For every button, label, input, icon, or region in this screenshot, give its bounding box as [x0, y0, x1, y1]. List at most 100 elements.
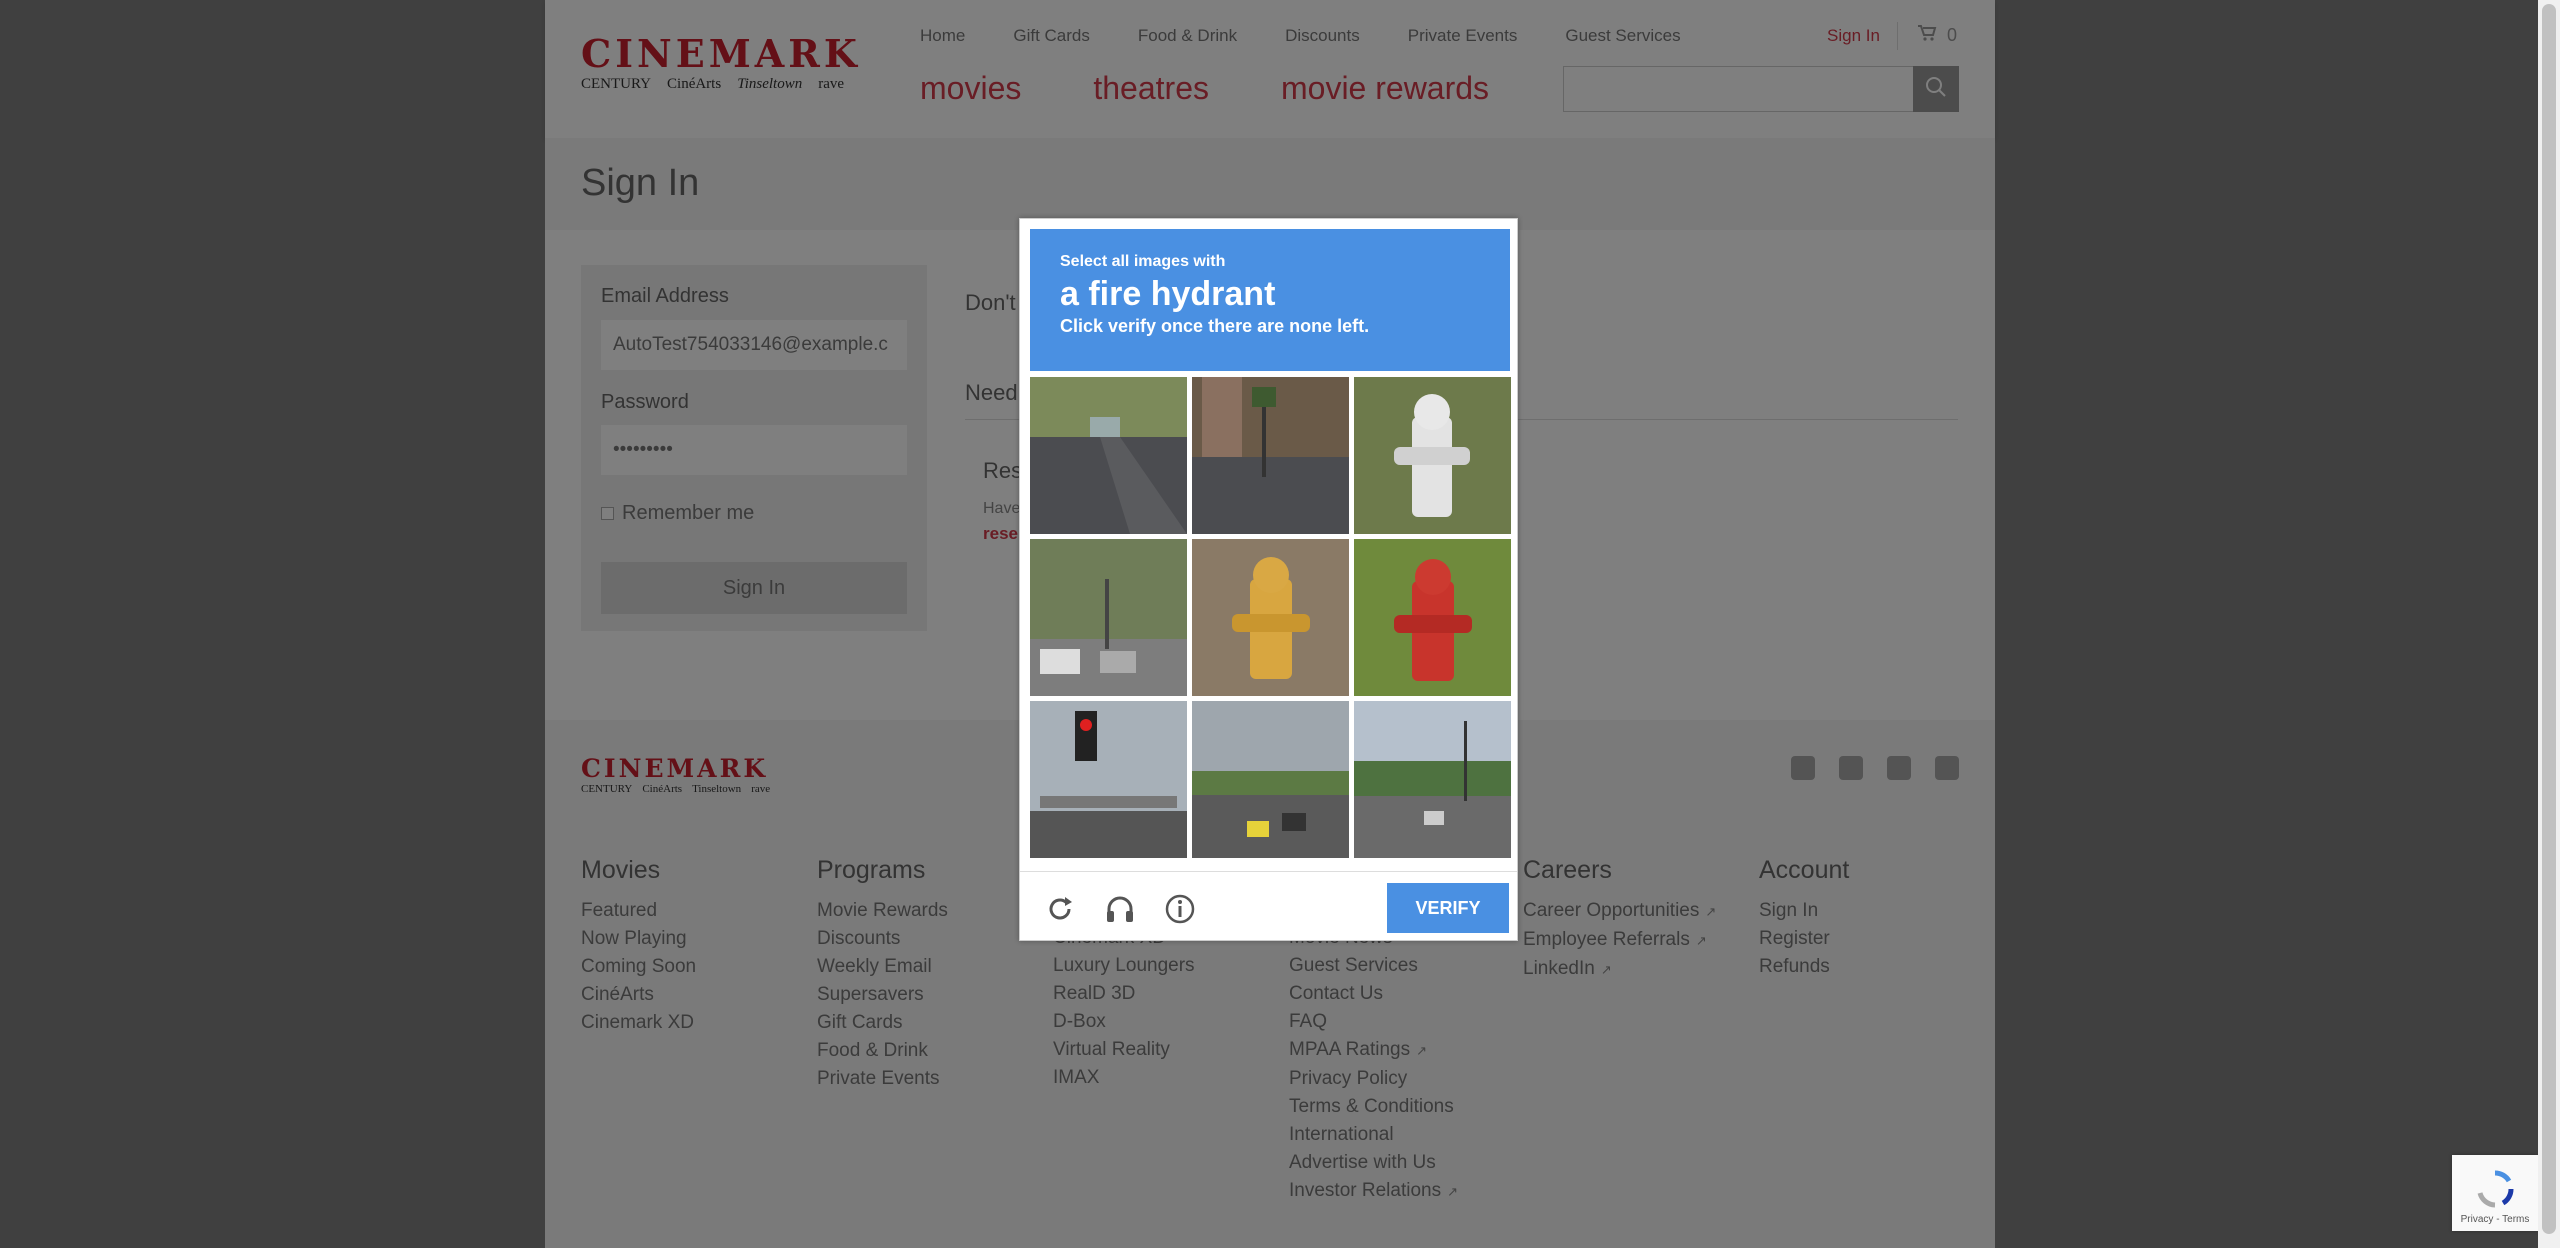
footer-link[interactable]: Private Events — [817, 1065, 948, 1093]
register-heading-fragment: Don't — [965, 290, 1016, 315]
password-field[interactable] — [601, 425, 907, 475]
top-nav-gift-cards[interactable]: Gift Cards — [1013, 26, 1090, 46]
captcha-tile[interactable] — [1030, 377, 1187, 534]
footer-col-careers: Careers Career Opportunities ↗ Employee R… — [1523, 856, 1716, 984]
reload-icon[interactable] — [1042, 891, 1078, 927]
footer-link[interactable]: FAQ — [1289, 1008, 1458, 1036]
captcha-tile[interactable] — [1192, 701, 1349, 858]
logo-brands: CENTURY CinéArts Tinseltown rave — [581, 76, 881, 93]
cinemark-logo[interactable]: CINEMARK CENTURY CinéArts Tinseltown rav… — [581, 34, 881, 98]
footer-link-label: Investor Relations — [1289, 1180, 1442, 1201]
captcha-footer-divider — [1020, 871, 1517, 872]
footer-link[interactable]: Movie Rewards — [817, 897, 948, 925]
footer-link[interactable]: Privacy Policy — [1289, 1065, 1458, 1093]
footer-link[interactable]: Luxury Loungers — [1053, 952, 1195, 980]
footer-link[interactable]: Employee Referrals ↗ — [1523, 926, 1716, 955]
headphones-icon[interactable] — [1102, 891, 1138, 927]
captcha-instruction: Select all images with — [1060, 253, 1226, 270]
top-nav-guest-services[interactable]: Guest Services — [1565, 26, 1680, 46]
footer-col-movies: Movies Featured Now Playing Coming Soon … — [581, 856, 696, 1037]
footer-link[interactable]: IMAX — [1053, 1064, 1195, 1092]
external-link-icon: ↗ — [1416, 1043, 1427, 1058]
footer-link[interactable]: Gift Cards — [817, 1009, 948, 1037]
logo-brand: rave — [818, 76, 845, 92]
top-nav-discounts[interactable]: Discounts — [1285, 26, 1360, 46]
captcha-tile[interactable] — [1192, 377, 1349, 534]
page-title: Sign In — [581, 162, 700, 204]
logo-brand: Tinseltown — [737, 76, 803, 92]
footer-link[interactable]: Cinemark XD — [581, 1009, 696, 1037]
footer-link[interactable]: International — [1289, 1121, 1458, 1149]
top-nav-private-events[interactable]: Private Events — [1408, 26, 1518, 46]
recaptcha-logo-icon — [2475, 1169, 2515, 1214]
top-nav-home[interactable]: Home — [920, 26, 965, 46]
footer-link[interactable]: D-Box — [1053, 1008, 1195, 1036]
footer-link[interactable]: Food & Drink — [817, 1037, 948, 1065]
footer-link[interactable]: CinéArts — [581, 981, 696, 1009]
footer-logo[interactable]: CINEMARK CENTURY CinéArts Tinseltown rav… — [581, 754, 781, 795]
email-field[interactable] — [601, 320, 907, 370]
search-button[interactable] — [1913, 66, 1959, 112]
footer-link[interactable]: Advertise with Us — [1289, 1149, 1458, 1177]
footer-link[interactable]: Refunds — [1759, 953, 1849, 981]
recaptcha-badge[interactable]: Privacy - Terms — [2452, 1155, 2538, 1231]
recaptcha-badge-links[interactable]: Privacy - Terms — [2461, 1214, 2530, 1225]
footer-col-heading: Programs — [817, 856, 926, 884]
footer-link[interactable]: Guest Services — [1289, 952, 1458, 980]
footer-link[interactable]: Weekly Email — [817, 953, 948, 981]
footer-link[interactable]: Sign In — [1759, 897, 1849, 925]
main-nav-movie-rewards[interactable]: movie rewards — [1281, 70, 1489, 107]
footer-link[interactable]: Register — [1759, 925, 1849, 953]
header-sign-in-link[interactable]: Sign In — [1827, 26, 1880, 46]
footer-link[interactable]: Career Opportunities ↗ — [1523, 897, 1716, 926]
header-divider — [1897, 22, 1898, 50]
footer-link[interactable]: LinkedIn ↗ — [1523, 955, 1716, 984]
remember-me[interactable]: Remember me — [601, 502, 754, 525]
verify-button[interactable]: VERIFY — [1387, 883, 1509, 933]
footer-link[interactable]: Contact Us — [1289, 980, 1458, 1008]
reset-link-fragment[interactable]: rese — [983, 524, 1018, 544]
logo-brand: CinéArts — [642, 783, 683, 795]
page-scrollbar[interactable] — [2538, 0, 2560, 1248]
logo-brand: Tinseltown — [692, 783, 742, 795]
top-nav-food-drink[interactable]: Food & Drink — [1138, 26, 1237, 46]
footer-link[interactable]: Investor Relations ↗ — [1289, 1177, 1458, 1206]
footer-col-programs: Programs Movie Rewards Discounts Weekly … — [817, 856, 948, 1093]
search-input[interactable] — [1563, 66, 1915, 112]
captcha-tile[interactable] — [1354, 539, 1511, 696]
footer-link[interactable]: Virtual Reality — [1053, 1036, 1195, 1064]
info-icon[interactable] — [1162, 891, 1198, 927]
footer-link[interactable]: Featured — [581, 897, 696, 925]
captcha-tile[interactable] — [1354, 377, 1511, 534]
footer-link[interactable]: MPAA Ratings ↗ — [1289, 1036, 1458, 1065]
facebook-icon[interactable] — [1791, 756, 1815, 780]
footer-link[interactable]: Now Playing — [581, 925, 696, 953]
footer-col-heading: Careers — [1523, 856, 1612, 884]
footer-col-heading: Movies — [581, 856, 661, 884]
captcha-header: Select all images with a fire hydrant Cl… — [1030, 229, 1510, 371]
footer-link[interactable]: Supersavers — [817, 981, 948, 1009]
youtube-icon[interactable] — [1887, 756, 1911, 780]
twitter-icon[interactable] — [1839, 756, 1863, 780]
cart-button[interactable]: 0 — [1917, 24, 1957, 47]
main-nav-movies[interactable]: movies — [920, 70, 1021, 107]
sign-in-button[interactable]: Sign In — [601, 562, 907, 614]
footer-link[interactable]: Terms & Conditions — [1289, 1093, 1458, 1121]
captcha-tile[interactable] — [1354, 701, 1511, 858]
captcha-tile[interactable] — [1030, 701, 1187, 858]
scrollbar-thumb[interactable] — [2542, 4, 2556, 1234]
footer-link-label: LinkedIn — [1523, 958, 1595, 979]
captcha-tile[interactable] — [1192, 539, 1349, 696]
footer-link[interactable]: Coming Soon — [581, 953, 696, 981]
main-nav: movies theatres movie rewards — [920, 70, 1561, 107]
recaptcha-challenge: Select all images with a fire hydrant Cl… — [1019, 218, 1518, 941]
footer-link[interactable]: Discounts — [817, 925, 948, 953]
main-nav-theatres[interactable]: theatres — [1093, 70, 1209, 107]
remember-checkbox[interactable] — [601, 507, 614, 520]
instagram-icon[interactable] — [1935, 756, 1959, 780]
captcha-tile[interactable] — [1030, 539, 1187, 696]
footer-col-heading: Account — [1759, 856, 1850, 884]
logo-brand: CinéArts — [667, 76, 722, 92]
footer-link[interactable]: RealD 3D — [1053, 980, 1195, 1008]
footer-col-about: Movie News Guest Services Contact Us FAQ… — [1289, 924, 1458, 1206]
